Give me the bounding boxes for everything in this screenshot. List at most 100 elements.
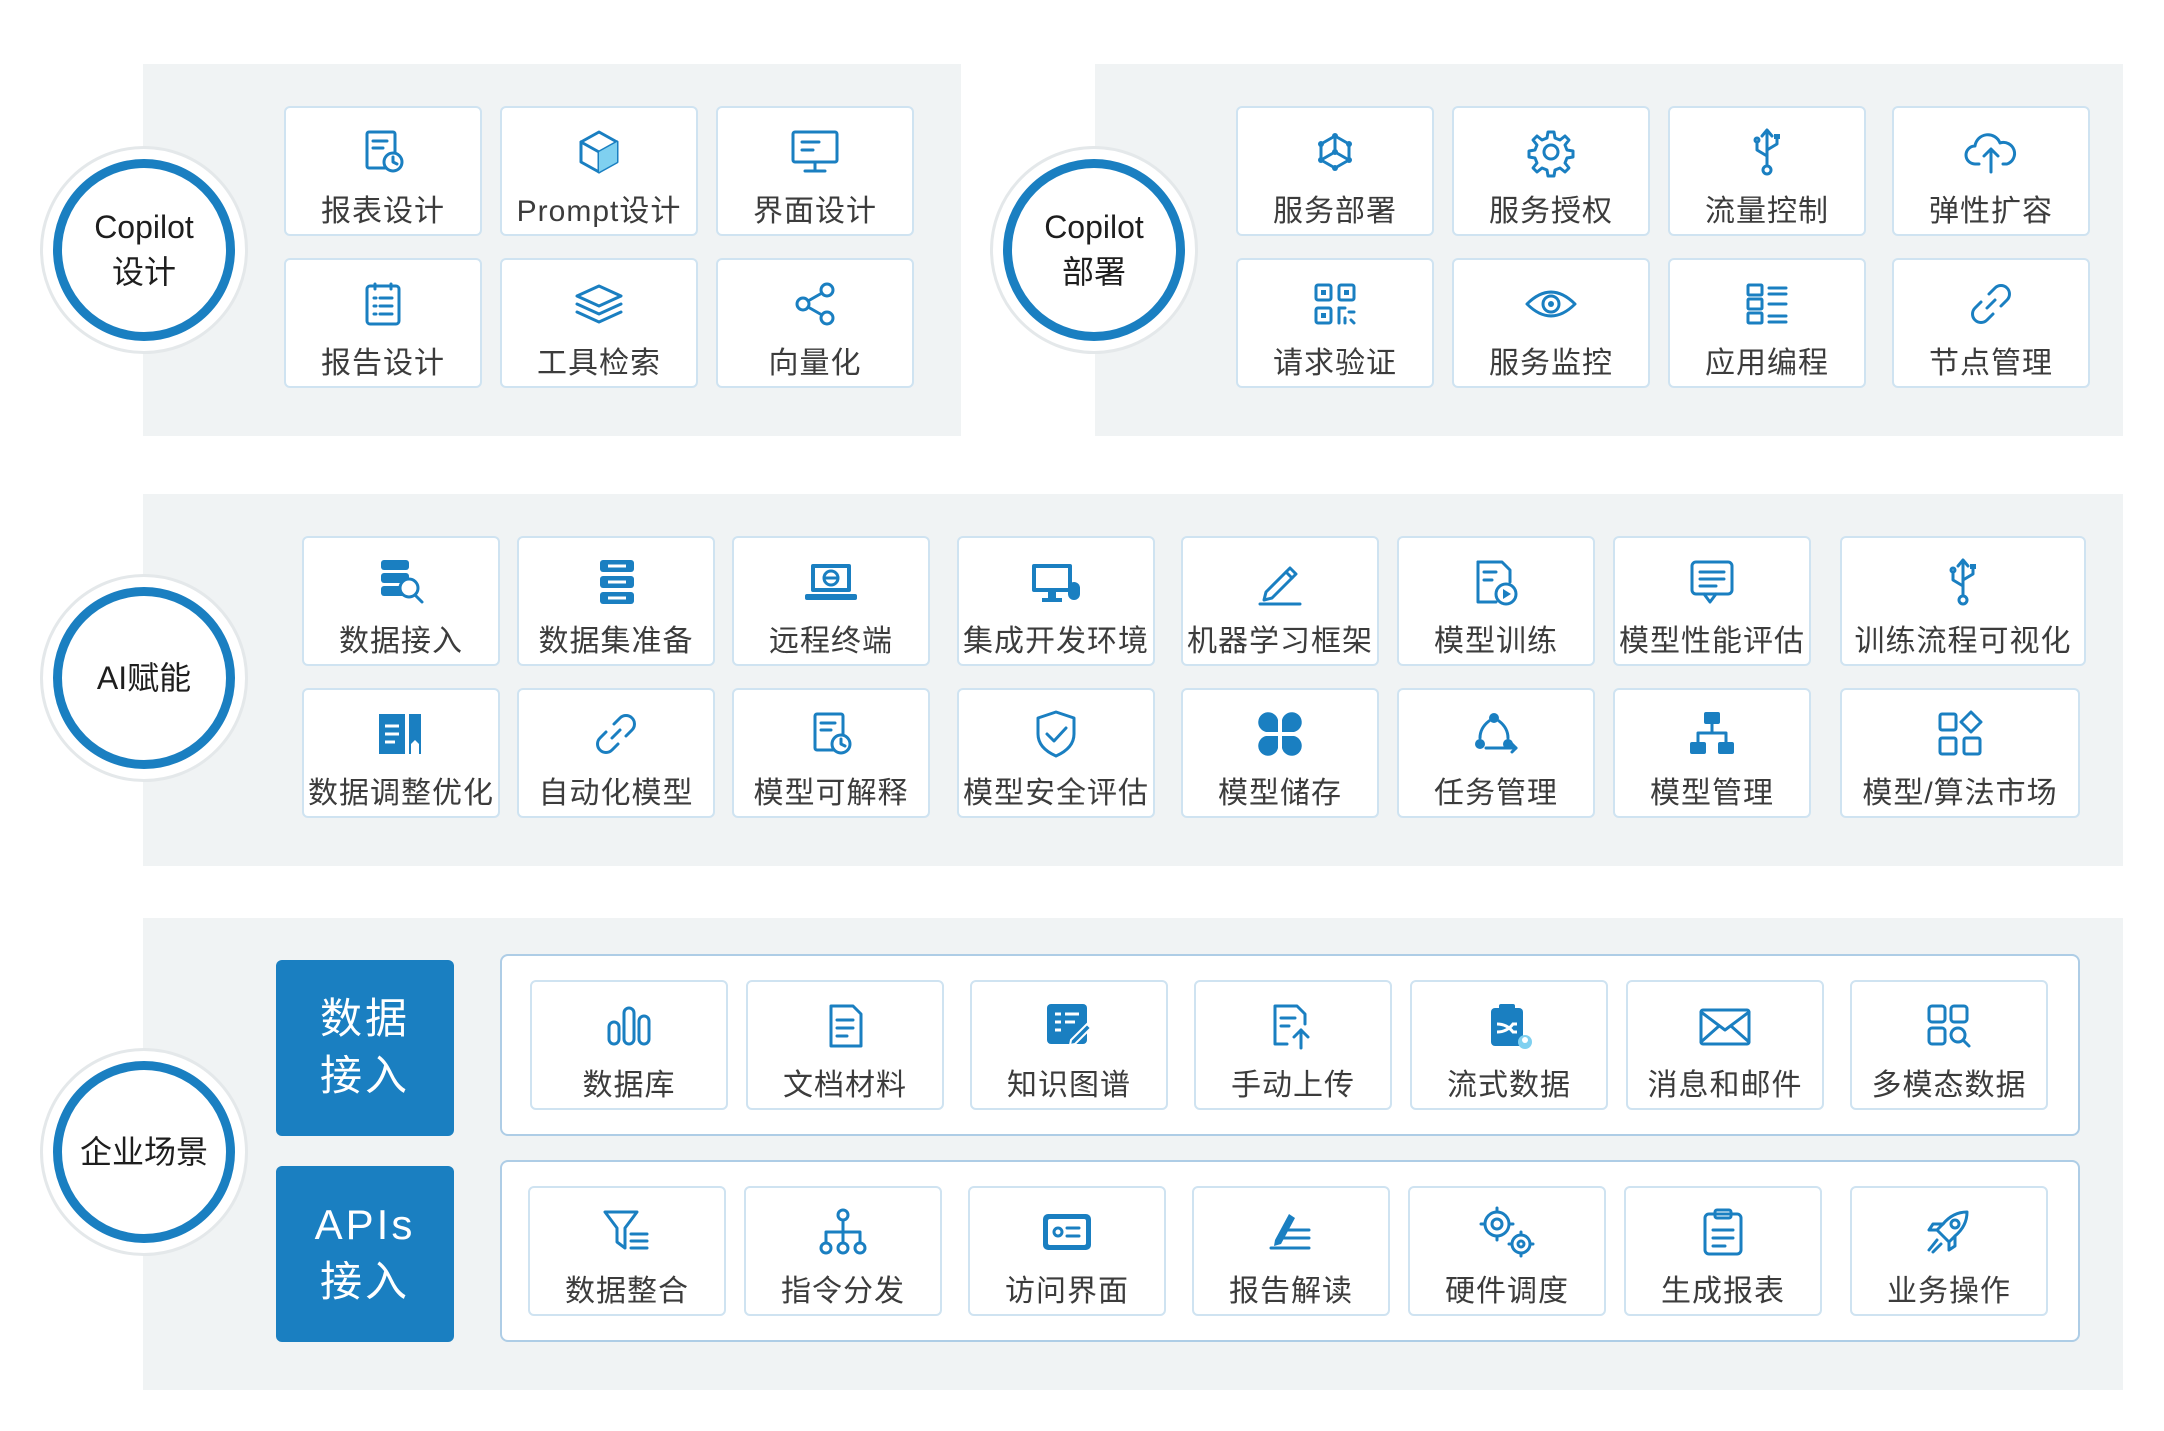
card-label: 界面设计 [753,195,877,228]
card-access-ui[interactable]: 访问界面 [968,1186,1166,1316]
rocket-icon [1919,1202,1979,1262]
card-manual-upload[interactable]: 手动上传 [1194,980,1392,1110]
card-dataset-prep[interactable]: 数据集准备 [517,536,715,666]
card-documents[interactable]: 文档材料 [746,980,944,1110]
card-label: 生成报表 [1661,1275,1785,1308]
card-command-dispatch[interactable]: 指令分发 [744,1186,942,1316]
card-label: 模型管理 [1650,777,1774,810]
laptop-browser-icon [801,552,861,612]
card-service-auth[interactable]: 服务授权 [1452,106,1650,236]
cycle-arrow-icon [1466,704,1526,764]
clover-icon [1250,704,1310,764]
card-service-deploy[interactable]: 服务部署 [1236,106,1434,236]
card-label: 数据库 [582,1069,676,1102]
desktop-mouse-icon [1026,552,1086,612]
card-generate-report[interactable]: 生成报表 [1624,1186,1822,1316]
card-label: 服务监控 [1489,347,1613,380]
card-auto-model[interactable]: 自动化模型 [517,688,715,818]
card-ui-design[interactable]: 界面设计 [716,106,914,236]
document-list-icon [353,274,413,334]
card-data-integration[interactable]: 数据整合 [528,1186,726,1316]
shield-check-icon [1026,704,1086,764]
card-app-programming[interactable]: 应用编程 [1668,258,1866,388]
card-model-manage[interactable]: 模型管理 [1613,688,1811,818]
card-node-manage[interactable]: 节点管理 [1892,258,2090,388]
ai-empower-badge: AI赋能 [40,574,248,782]
card-report-design[interactable]: 报表设计 [284,106,482,236]
card-label: 报告设计 [321,347,445,380]
card-business-ops[interactable]: 业务操作 [1850,1186,2048,1316]
id-card-icon [1037,1202,1097,1262]
report-clock-icon [353,122,413,182]
monitor-icon [785,122,845,182]
card-model-training[interactable]: 模型训练 [1397,536,1595,666]
grid-search-icon [1919,996,1979,1056]
card-task-manage[interactable]: 任务管理 [1397,688,1595,818]
card-model-explain[interactable]: 模型可解释 [732,688,930,818]
card-training-viz[interactable]: 训练流程可视化 [1840,536,2086,666]
list-grid-icon [1737,274,1797,334]
card-remote-terminal[interactable]: 远程终端 [732,536,930,666]
card-elastic-scale[interactable]: 弹性扩容 [1892,106,2090,236]
ai-empower-ring: AI赋能 [53,587,235,769]
card-label: 业务操作 [1887,1275,2011,1308]
card-data-ingest[interactable]: 数据接入 [302,536,500,666]
card-report-doc-design[interactable]: 报告设计 [284,258,482,388]
card-vectorize[interactable]: 向量化 [716,258,914,388]
tree-nodes-icon [813,1202,873,1262]
card-label: 集成开发环境 [963,625,1149,658]
card-messages-mail[interactable]: 消息和邮件 [1626,980,1824,1110]
apps-diamond-icon [1930,704,1990,764]
card-streaming-data[interactable]: 流式数据 [1410,980,1608,1110]
card-traffic-control[interactable]: 流量控制 [1668,106,1866,236]
card-multimodal-data[interactable]: 多模态数据 [1850,980,2048,1110]
copilot-deploy-title-line1: Copilot [1044,209,1144,246]
card-label: 模型/算法市场 [1862,777,2058,810]
card-model-perf-eval[interactable]: 模型性能评估 [1613,536,1811,666]
card-prompt-design[interactable]: Prompt设计 [500,106,698,236]
api-access-label: APIs 接入 [276,1166,454,1342]
enterprise-ring: 企业场景 [53,1061,235,1243]
card-label: 数据集准备 [538,625,694,658]
card-label: 模型安全评估 [963,777,1149,810]
card-data-tuning[interactable]: 数据调整优化 [302,688,500,818]
card-label: 弹性扩容 [1929,195,2053,228]
card-model-storage[interactable]: 模型储存 [1181,688,1379,818]
usb-icon [1933,552,1993,612]
card-ml-framework[interactable]: 机器学习框架 [1181,536,1379,666]
card-label: 节点管理 [1929,347,2053,380]
card-label: 指令分发 [781,1275,905,1308]
card-label: 服务授权 [1489,195,1613,228]
network-cube-icon [1305,122,1365,182]
eye-icon [1521,274,1581,334]
card-service-monitor[interactable]: 服务监控 [1452,258,1650,388]
link-icon [586,704,646,764]
card-tool-search[interactable]: 工具检索 [500,258,698,388]
card-label: 流式数据 [1447,1069,1571,1102]
card-label: 模型性能评估 [1619,625,1805,658]
card-label: 访问界面 [1005,1275,1129,1308]
card-model-security[interactable]: 模型安全评估 [957,688,1155,818]
card-label: 数据接入 [339,625,463,658]
card-label: 消息和邮件 [1647,1069,1803,1102]
card-label: 数据调整优化 [308,777,494,810]
card-label: 应用编程 [1705,347,1829,380]
card-label: 模型训练 [1434,625,1558,658]
card-hardware-schedule[interactable]: 硬件调度 [1408,1186,1606,1316]
api-access-line2: 接入 [319,1258,410,1305]
card-request-verify[interactable]: 请求验证 [1236,258,1434,388]
card-model-market[interactable]: 模型/算法市场 [1840,688,2080,818]
card-ide[interactable]: 集成开发环境 [957,536,1155,666]
card-database[interactable]: 数据库 [530,980,728,1110]
copilot-deploy-title-line2: 部署 [1061,254,1126,290]
bookmark-file-icon [371,704,431,764]
card-label: 远程终端 [769,625,893,658]
database-search-icon [371,552,431,612]
database-stack-icon [586,552,646,612]
card-report-interpret[interactable]: 报告解读 [1192,1186,1390,1316]
card-knowledge-graph[interactable]: 知识图谱 [970,980,1168,1110]
card-label: 多模态数据 [1871,1069,2027,1102]
clipboard-icon [1693,1202,1753,1262]
upload-file-icon [1263,996,1323,1056]
card-label: Prompt设计 [516,195,682,228]
